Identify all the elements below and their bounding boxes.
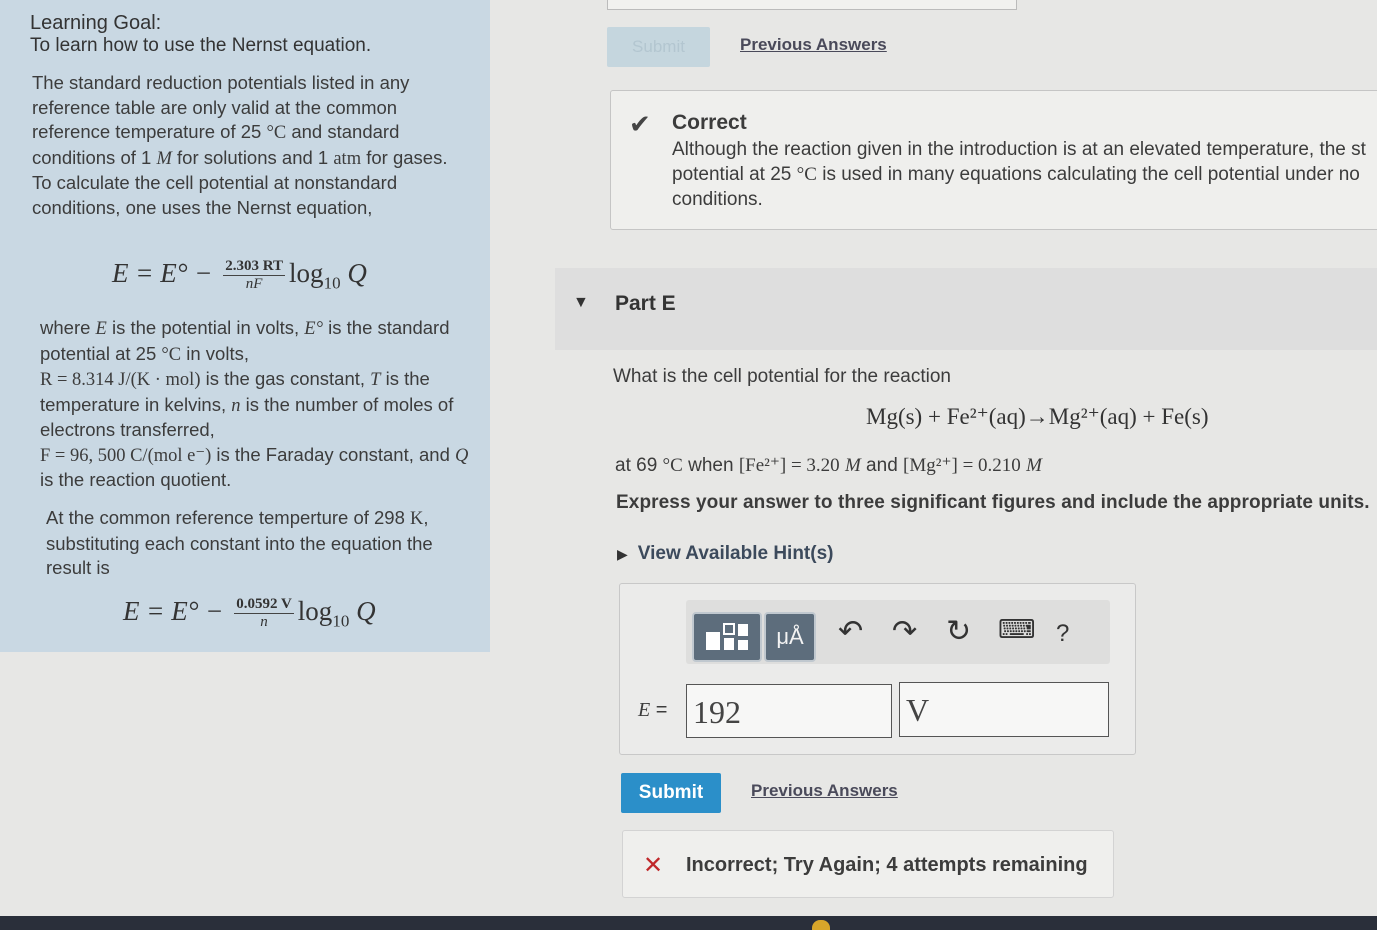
correct-title: Correct: [672, 111, 747, 134]
submit-button[interactable]: Submit: [621, 773, 721, 813]
answer-variable: E: [638, 699, 651, 721]
learning-goal-panel: Learning Goal: To learn how to use the N…: [0, 0, 490, 652]
math-toolbar: μÅ ↶ ↷ ↻ ⌨ ?: [686, 600, 1110, 664]
equals-sign: =: [650, 699, 668, 721]
units-input[interactable]: V: [899, 682, 1109, 737]
units-button[interactable]: μÅ: [764, 612, 816, 662]
templates-icon: [706, 623, 748, 650]
help-icon[interactable]: ?: [1056, 620, 1069, 648]
monitor-bezel: [0, 916, 1377, 930]
value-input[interactable]: 192: [686, 684, 892, 738]
checkmark-icon: ✔: [629, 109, 651, 139]
where-paragraph: where E is the potential in volts, E° is…: [40, 317, 469, 490]
redo-icon[interactable]: ↷: [892, 614, 917, 649]
learning-goal-heading: Learning Goal:: [30, 12, 162, 34]
intro-paragraph: The standard reduction potentials listed…: [32, 72, 448, 218]
answer-area: μÅ ↶ ↷ ↻ ⌨ ? E = 192 V: [619, 583, 1136, 755]
indicator-light: [812, 920, 830, 930]
incorrect-message: Incorrect; Try Again; 4 attempts remaini…: [686, 854, 1088, 876]
reaction-equation: Mg(s) + Fe²⁺(aq)→Mg²⁺(aq) + Fe(s): [866, 404, 1209, 429]
reset-icon[interactable]: ↻: [946, 614, 971, 649]
view-hints-toggle[interactable]: ▶ View Available Hint(s): [617, 543, 833, 565]
simplified-nernst-equation: E = E° − 0.0592 Vn log10 Q: [123, 596, 376, 631]
reference-paragraph: At the common reference temperture of 29…: [46, 507, 433, 578]
collapse-triangle-icon[interactable]: ▼: [573, 294, 589, 312]
learning-goal-text: To learn how to use the Nernst equation.: [30, 35, 372, 56]
previous-part-box: [607, 0, 1017, 10]
previous-answers-link-top[interactable]: Previous Answers: [740, 35, 887, 55]
undo-icon[interactable]: ↶: [838, 614, 863, 649]
submit-button-disabled[interactable]: Submit: [607, 27, 710, 67]
previous-answers-link[interactable]: Previous Answers: [751, 781, 898, 801]
keyboard-icon[interactable]: ⌨: [998, 614, 1036, 645]
answer-variable-label: E =: [638, 699, 667, 722]
question-prompt: What is the cell potential for the react…: [613, 366, 951, 387]
part-label: Part E: [615, 292, 676, 315]
expand-arrow-icon: ▶: [617, 546, 628, 562]
answer-instructions: Express your answer to three significant…: [616, 492, 1370, 513]
incorrect-feedback-box: ✕ Incorrect; Try Again; 4 attempts remai…: [622, 830, 1114, 898]
correct-message: Although the reaction given in the intro…: [672, 139, 1366, 210]
correct-feedback-box: ✔ Correct Although the reaction given in…: [610, 90, 1377, 230]
nernst-equation: E = E° − 2.303 RT nF log10 Q: [112, 258, 367, 293]
reaction-conditions: at 69 °C when [Fe²⁺] = 3.20 M and [Mg²⁺]…: [615, 455, 1042, 476]
error-x-icon: ✕: [643, 852, 664, 879]
part-e-header[interactable]: ▼ Part E: [555, 268, 1377, 350]
templates-button[interactable]: [692, 612, 762, 662]
